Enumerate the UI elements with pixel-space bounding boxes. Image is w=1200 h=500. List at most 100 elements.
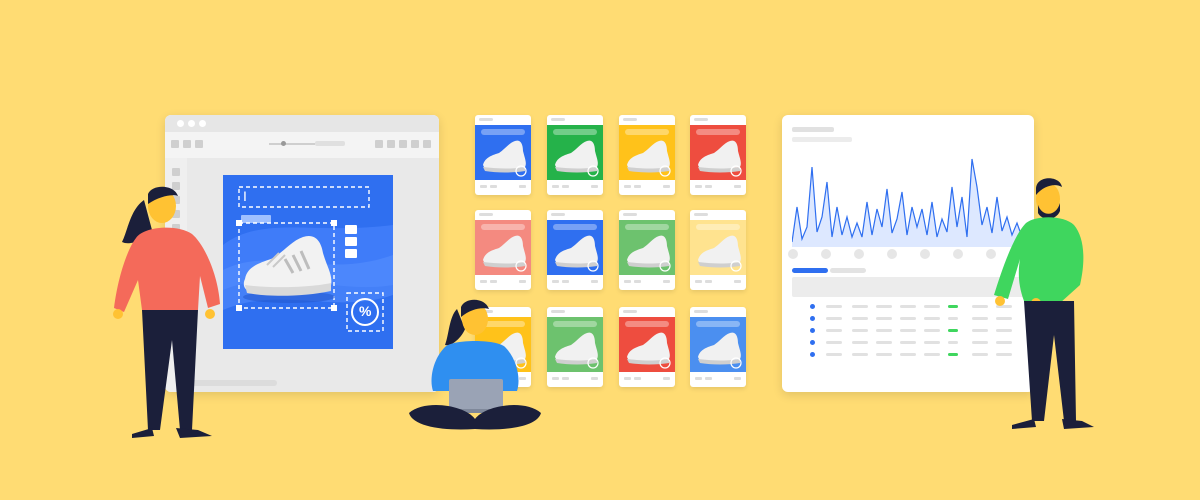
zoom-slider-handle[interactable] [281,141,286,146]
like-icon[interactable] [624,280,631,283]
tab-active[interactable] [792,268,828,273]
ad-headline-placeholder [553,129,597,135]
ad-image [475,125,531,180]
ad-headline-placeholder [696,224,740,230]
editor-toolbar [165,132,439,158]
comment-icon[interactable] [490,280,497,283]
share-icon[interactable] [519,185,526,188]
man-pointing-illustration [994,178,1094,429]
like-icon[interactable] [695,280,702,283]
ad-header-placeholder [623,118,637,121]
share-icon[interactable] [734,280,741,283]
ad-variation-card[interactable] [690,307,746,387]
comment-icon[interactable] [490,185,497,188]
tool-icon[interactable] [411,140,419,148]
ad-header-placeholder [623,310,637,313]
share-icon[interactable] [591,377,598,380]
tool-icon[interactable] [195,140,203,148]
comment-icon[interactable] [562,280,569,283]
like-icon[interactable] [695,377,702,380]
comment-icon[interactable] [562,185,569,188]
ad-variation-card[interactable] [690,210,746,290]
table-cell [924,317,940,320]
window-dot-icon[interactable] [199,120,206,127]
comment-icon[interactable] [634,280,641,283]
share-icon[interactable] [591,185,598,188]
row-status-icon [810,316,815,321]
tool-icon[interactable] [423,140,431,148]
comment-icon[interactable] [634,185,641,188]
table-cell [924,353,940,356]
share-icon[interactable] [663,280,670,283]
artboard-graphic [223,186,393,332]
table-cell [948,317,958,320]
tool-icon[interactable] [171,140,179,148]
ad-artboard[interactable]: % I [223,175,393,349]
ad-variation-card[interactable] [619,307,675,387]
zoom-slider[interactable] [269,143,315,145]
ad-headline-placeholder [553,224,597,230]
share-icon[interactable] [519,280,526,283]
ad-variation-card[interactable] [475,115,531,195]
like-icon[interactable] [624,377,631,380]
window-dot-icon[interactable] [188,120,195,127]
comment-icon[interactable] [562,377,569,380]
ad-image [619,317,675,372]
share-icon[interactable] [734,185,741,188]
table-cell [924,341,940,344]
comment-icon[interactable] [634,377,641,380]
tool-icon[interactable] [387,140,395,148]
ad-variation-card[interactable] [547,115,603,195]
like-icon[interactable] [480,185,487,188]
ad-headline-placeholder [481,129,525,135]
ad-header-placeholder [551,310,565,313]
like-icon[interactable] [480,280,487,283]
ad-headline-placeholder [625,129,669,135]
ad-variation-card[interactable] [547,307,603,387]
ad-variation-card[interactable] [547,210,603,290]
comment-icon[interactable] [705,185,712,188]
ad-variation-card[interactable] [690,115,746,195]
ad-image [475,220,531,275]
share-icon[interactable] [663,185,670,188]
ad-variation-card[interactable] [619,210,675,290]
tab-inactive[interactable] [830,268,866,273]
ad-variation-card[interactable] [475,210,531,290]
table-cell [826,329,842,332]
ad-header-placeholder [623,213,637,216]
like-icon[interactable] [552,185,559,188]
zoom-field[interactable] [315,141,345,146]
table-cell [972,317,988,320]
like-icon[interactable] [552,280,559,283]
tool-icon[interactable] [183,140,191,148]
ad-variation-card[interactable] [619,115,675,195]
ad-headline-placeholder [696,129,740,135]
ad-image [547,220,603,275]
table-cell [900,305,916,308]
editor-titlebar [165,115,439,132]
ad-header-placeholder [551,118,565,121]
table-cell [972,329,988,332]
table-cell [826,341,842,344]
table-cell [876,353,892,356]
comment-icon[interactable] [705,280,712,283]
row-status-icon [810,340,815,345]
table-cell [900,329,916,332]
table-cell [852,329,868,332]
tool-icon[interactable] [375,140,383,148]
ad-header-placeholder [479,118,493,121]
share-icon[interactable] [663,377,670,380]
like-icon[interactable] [552,377,559,380]
tool-icon[interactable] [399,140,407,148]
like-icon[interactable] [624,185,631,188]
ad-headline-placeholder [553,321,597,327]
share-icon[interactable] [734,377,741,380]
share-icon[interactable] [591,280,598,283]
ad-headline-placeholder [625,321,669,327]
comment-icon[interactable] [705,377,712,380]
table-cell [876,329,892,332]
side-tool-icon[interactable] [172,168,180,176]
like-icon[interactable] [695,185,702,188]
table-cell [876,317,892,320]
window-dot-icon[interactable] [177,120,184,127]
